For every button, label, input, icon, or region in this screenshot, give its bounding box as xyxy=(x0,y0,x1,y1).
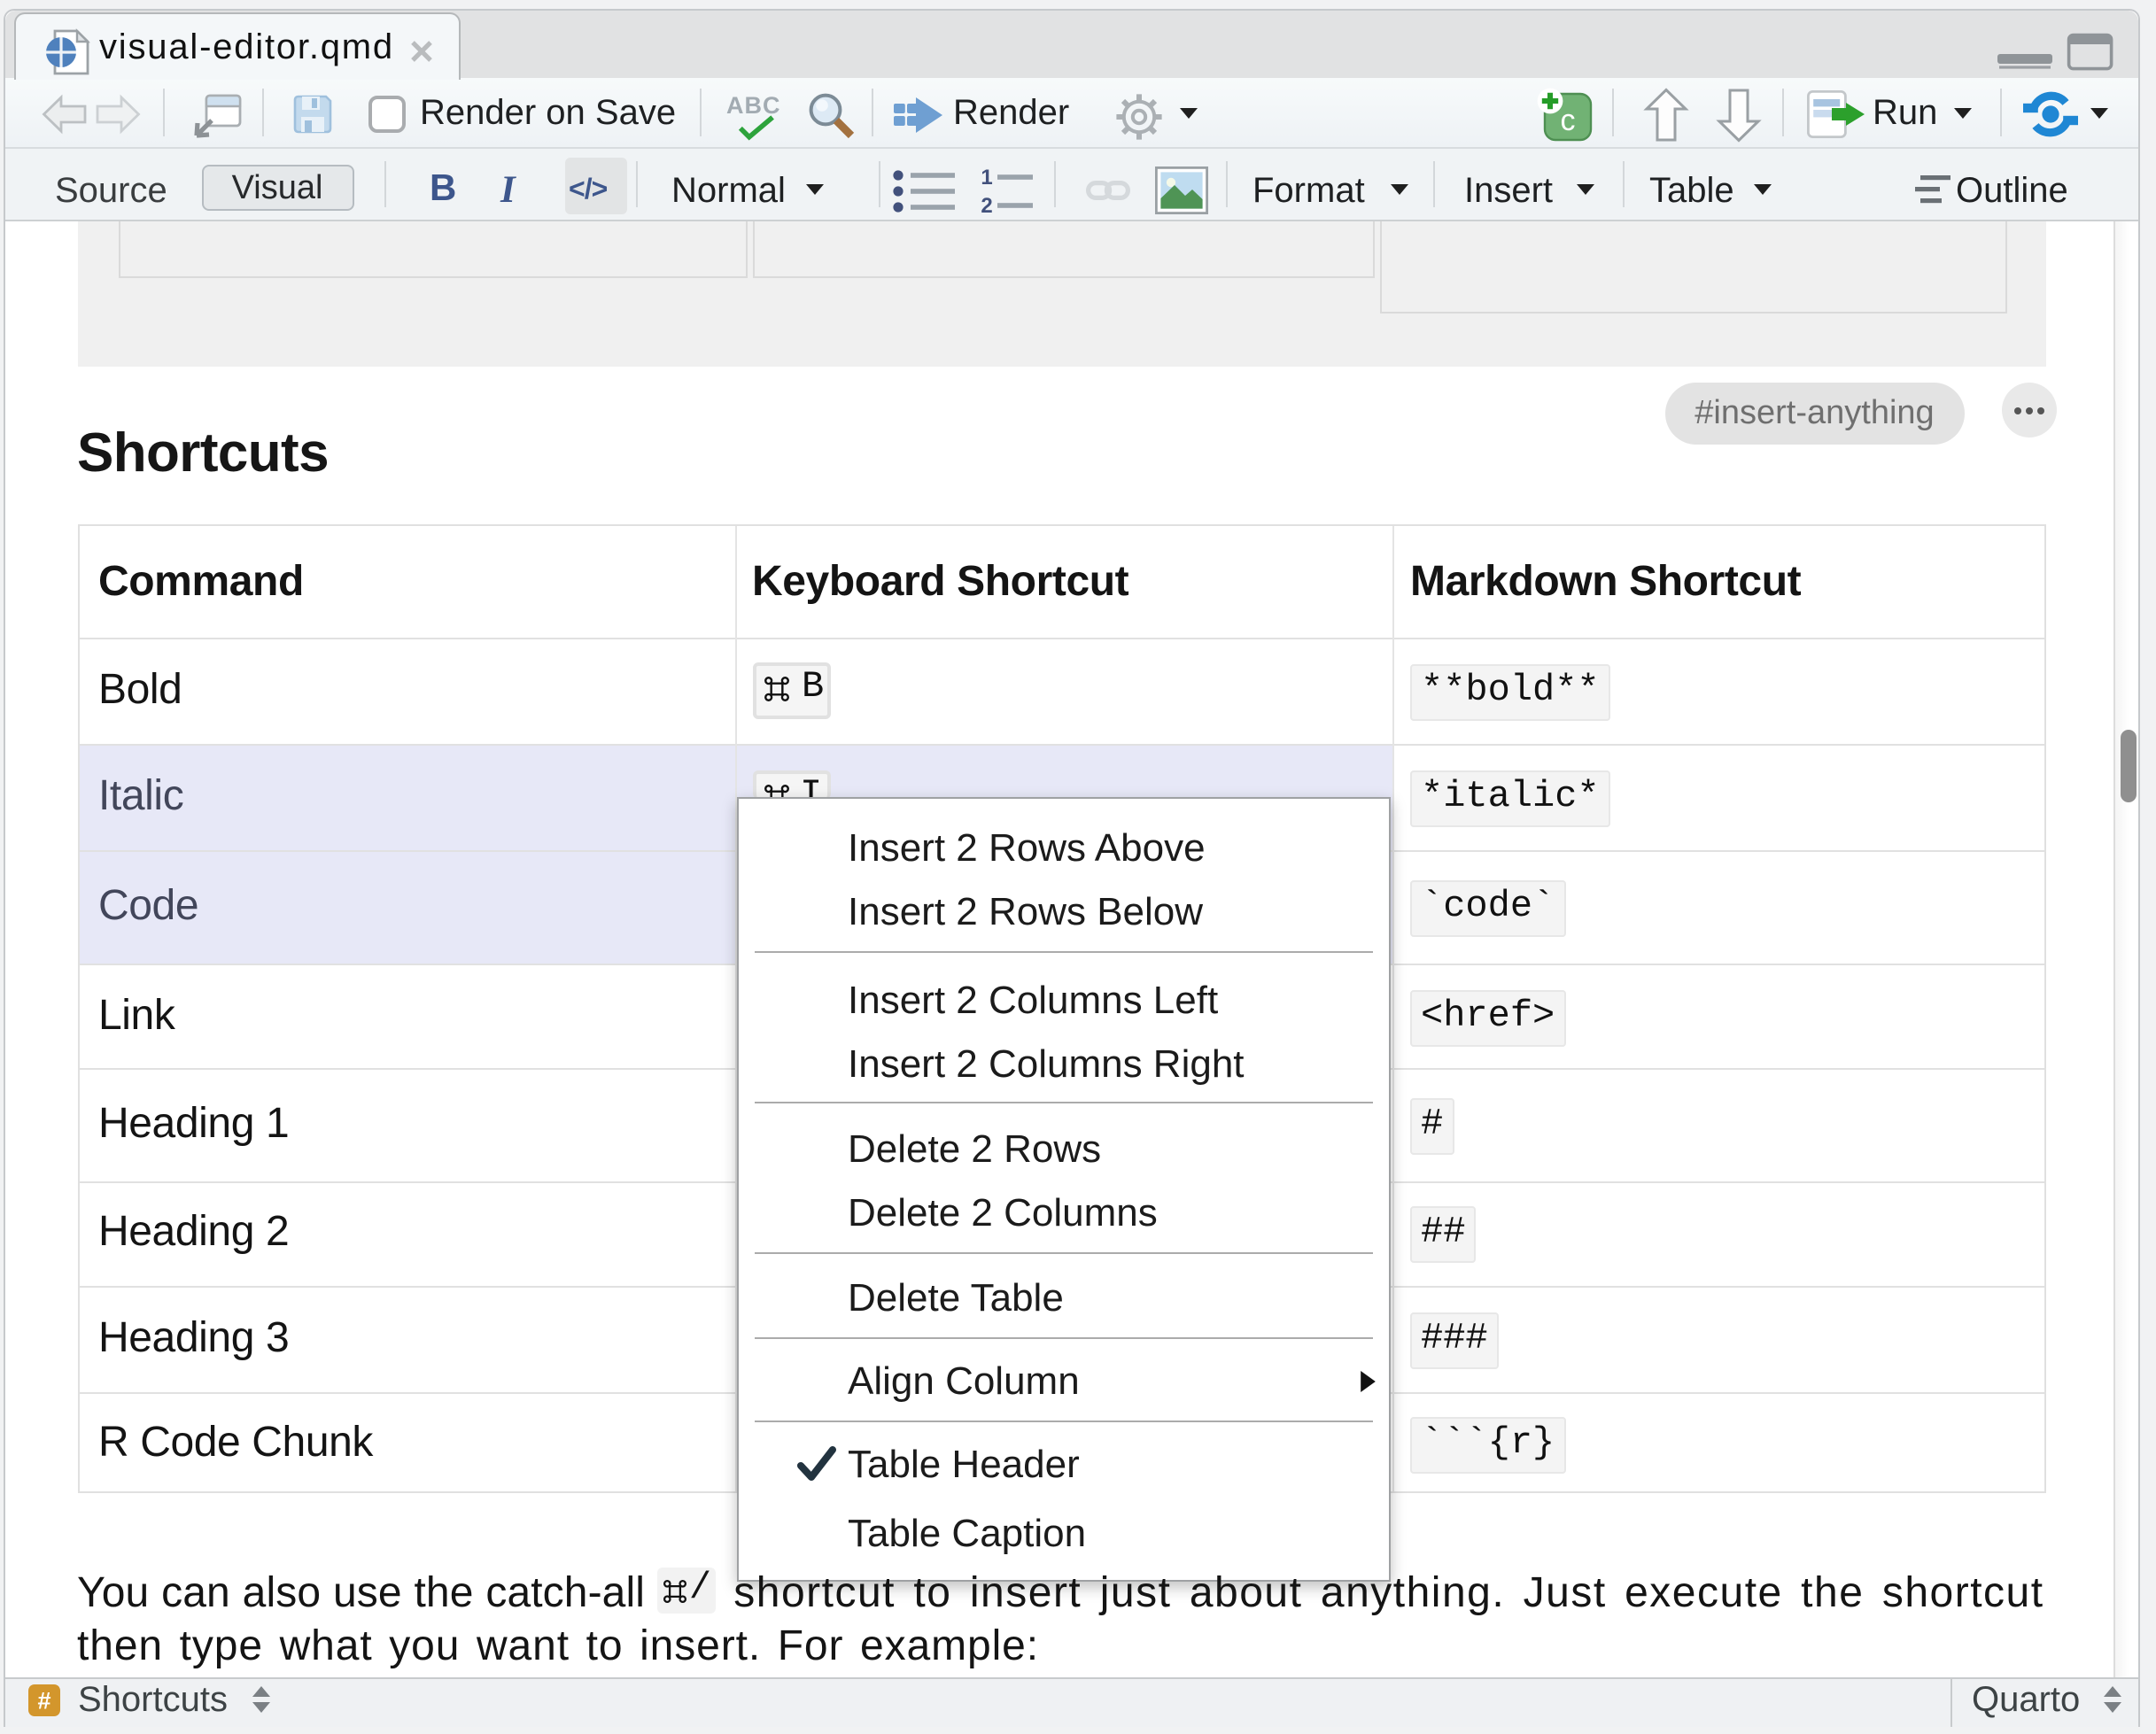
svg-text:c: c xyxy=(1561,104,1576,137)
svg-text:#: # xyxy=(36,1687,50,1714)
svg-text:1: 1 xyxy=(981,166,992,190)
svg-text:2: 2 xyxy=(981,194,992,218)
